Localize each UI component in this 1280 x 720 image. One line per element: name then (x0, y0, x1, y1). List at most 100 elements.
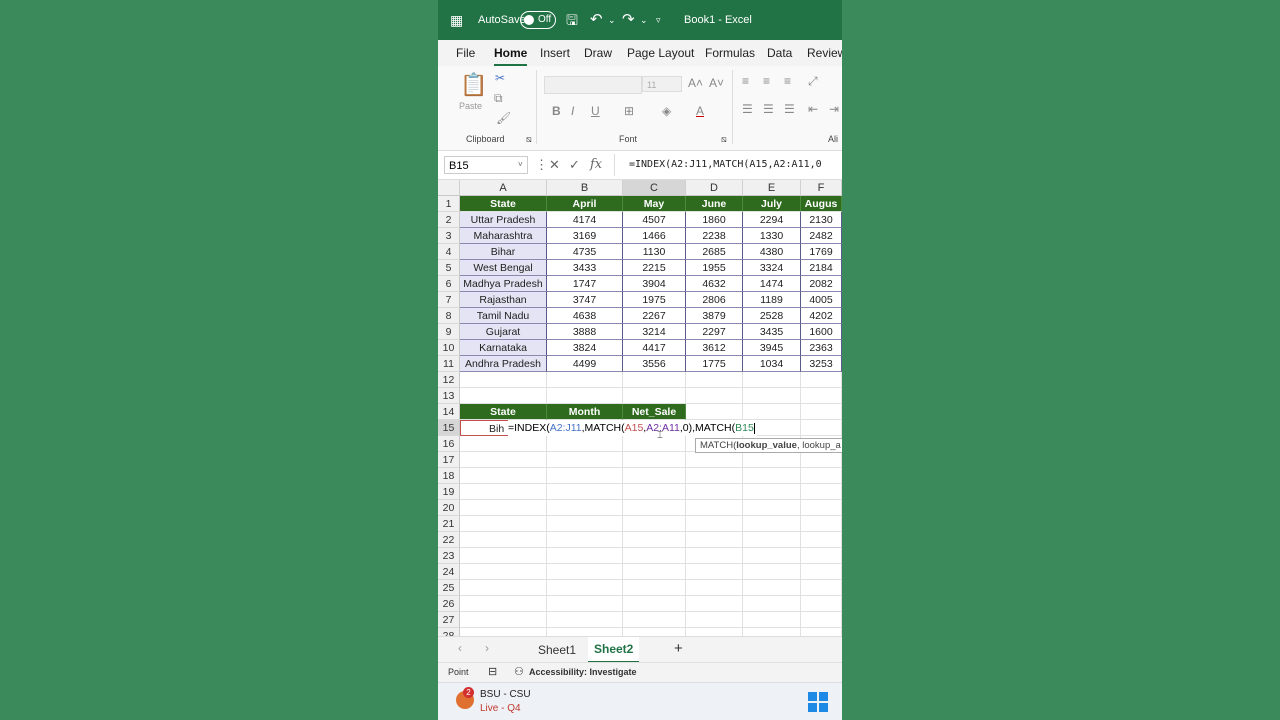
spreadsheet-grid[interactable]: A B C D E F 1 2 3 4 5 6 7 8 9 10 11 12 1… (438, 180, 842, 636)
table-cell[interactable]: Karnataka (460, 340, 547, 356)
empty-cell[interactable] (547, 612, 623, 628)
empty-cell[interactable] (623, 516, 686, 532)
column-header-c[interactable]: C (623, 180, 686, 196)
row-header[interactable]: 18 (438, 468, 460, 484)
row-header[interactable]: 27 (438, 612, 460, 628)
format-painter-icon[interactable]: 🖌 (496, 111, 511, 125)
align-center-icon[interactable]: ☰ (763, 102, 774, 116)
orientation-icon[interactable]: ⤢ (808, 74, 818, 89)
underline-icon[interactable]: U (591, 104, 600, 118)
tab-review[interactable]: Review (807, 40, 842, 66)
empty-cell[interactable] (460, 500, 547, 516)
table-header-cell[interactable]: April (547, 196, 623, 212)
empty-cell[interactable] (743, 404, 801, 420)
table-cell[interactable]: 4174 (547, 212, 623, 228)
row-header[interactable]: 26 (438, 596, 460, 612)
table-cell[interactable]: 4507 (623, 212, 686, 228)
empty-cell[interactable] (623, 468, 686, 484)
row-header[interactable]: 8 (438, 308, 460, 324)
paste-label[interactable]: Paste (459, 101, 482, 111)
italic-icon[interactable]: I (571, 104, 574, 118)
align-top-icon[interactable]: ≡ (742, 74, 749, 88)
row-header[interactable]: 25 (438, 580, 460, 596)
tab-home[interactable]: Home (494, 40, 528, 66)
table-cell[interactable]: 4632 (686, 276, 743, 292)
function-tooltip[interactable]: MATCH(lookup_value, lookup_a (695, 438, 842, 453)
empty-cell[interactable] (743, 532, 801, 548)
empty-cell[interactable] (460, 484, 547, 500)
tab-formulas[interactable]: Formulas (705, 40, 755, 66)
table-cell[interactable]: Bihar (460, 244, 547, 260)
row-header[interactable]: 15 (438, 420, 460, 436)
tab-data[interactable]: Data (767, 40, 792, 66)
table-cell[interactable]: 1474 (743, 276, 801, 292)
empty-cell[interactable] (460, 452, 547, 468)
empty-cell[interactable] (686, 388, 743, 404)
row-header[interactable]: 11 (438, 356, 460, 372)
column-header-b[interactable]: B (547, 180, 623, 196)
empty-cell[interactable] (547, 388, 623, 404)
empty-cell[interactable] (623, 612, 686, 628)
table-cell[interactable]: 1860 (686, 212, 743, 228)
table-cell[interactable]: 2297 (686, 324, 743, 340)
font-launcher-icon[interactable]: ⧅ (721, 134, 727, 145)
table-cell[interactable]: 3747 (547, 292, 623, 308)
table-cell[interactable]: 2238 (686, 228, 743, 244)
row-header[interactable]: 13 (438, 388, 460, 404)
empty-cell[interactable] (686, 580, 743, 596)
table-cell[interactable]: 3888 (547, 324, 623, 340)
row-header[interactable]: 4 (438, 244, 460, 260)
empty-cell[interactable] (743, 452, 801, 468)
empty-cell[interactable] (547, 516, 623, 532)
empty-cell[interactable] (623, 452, 686, 468)
align-left-icon[interactable]: ☰ (742, 102, 753, 116)
paste-icon[interactable]: 📋 (460, 72, 487, 98)
empty-cell[interactable] (547, 580, 623, 596)
table-cell[interactable]: 2267 (623, 308, 686, 324)
table-cell[interactable]: 2806 (686, 292, 743, 308)
row-header[interactable]: 28 (438, 628, 460, 636)
empty-cell[interactable] (547, 372, 623, 388)
table-cell[interactable]: 4638 (547, 308, 623, 324)
font-name-box[interactable] (544, 76, 642, 94)
sheet-tab-sheet2[interactable]: Sheet2 (588, 637, 640, 663)
empty-cell[interactable] (460, 580, 547, 596)
empty-cell[interactable] (460, 548, 547, 564)
cut-icon[interactable]: ✂ (495, 71, 505, 85)
empty-cell[interactable] (743, 484, 801, 500)
empty-cell[interactable] (801, 468, 842, 484)
table-header-cell[interactable]: Augus (801, 196, 842, 212)
tab-insert[interactable]: Insert (540, 40, 570, 66)
empty-cell[interactable] (801, 500, 842, 516)
table-cell[interactable]: 1775 (686, 356, 743, 372)
row-header[interactable]: 16 (438, 436, 460, 452)
table-cell[interactable]: 1600 (801, 324, 842, 340)
row-header[interactable]: 9 (438, 324, 460, 340)
row-header[interactable]: 12 (438, 372, 460, 388)
empty-cell[interactable] (623, 532, 686, 548)
row-header[interactable]: 20 (438, 500, 460, 516)
accessibility-status[interactable]: Accessibility: Investigate (529, 667, 637, 677)
table-cell[interactable]: 3433 (547, 260, 623, 276)
empty-cell[interactable] (743, 388, 801, 404)
table-cell[interactable]: Maharashtra (460, 228, 547, 244)
empty-cell[interactable] (623, 388, 686, 404)
row-header[interactable]: 23 (438, 548, 460, 564)
table-cell[interactable]: 2082 (801, 276, 842, 292)
lookup-header-net-sale[interactable]: Net_Sale (623, 404, 686, 420)
row-header[interactable]: 19 (438, 484, 460, 500)
table-cell[interactable]: 3612 (686, 340, 743, 356)
empty-cell[interactable] (686, 596, 743, 612)
tab-page-layout[interactable]: Page Layout (627, 40, 694, 66)
empty-cell[interactable] (547, 436, 623, 452)
empty-cell[interactable] (623, 628, 686, 636)
row-header[interactable]: 21 (438, 516, 460, 532)
empty-cell[interactable] (623, 548, 686, 564)
empty-cell[interactable] (801, 564, 842, 580)
empty-cell[interactable] (460, 612, 547, 628)
empty-cell[interactable] (460, 596, 547, 612)
empty-cell[interactable] (623, 580, 686, 596)
table-header-cell[interactable]: June (686, 196, 743, 212)
table-cell[interactable]: 3904 (623, 276, 686, 292)
table-cell[interactable]: 1466 (623, 228, 686, 244)
